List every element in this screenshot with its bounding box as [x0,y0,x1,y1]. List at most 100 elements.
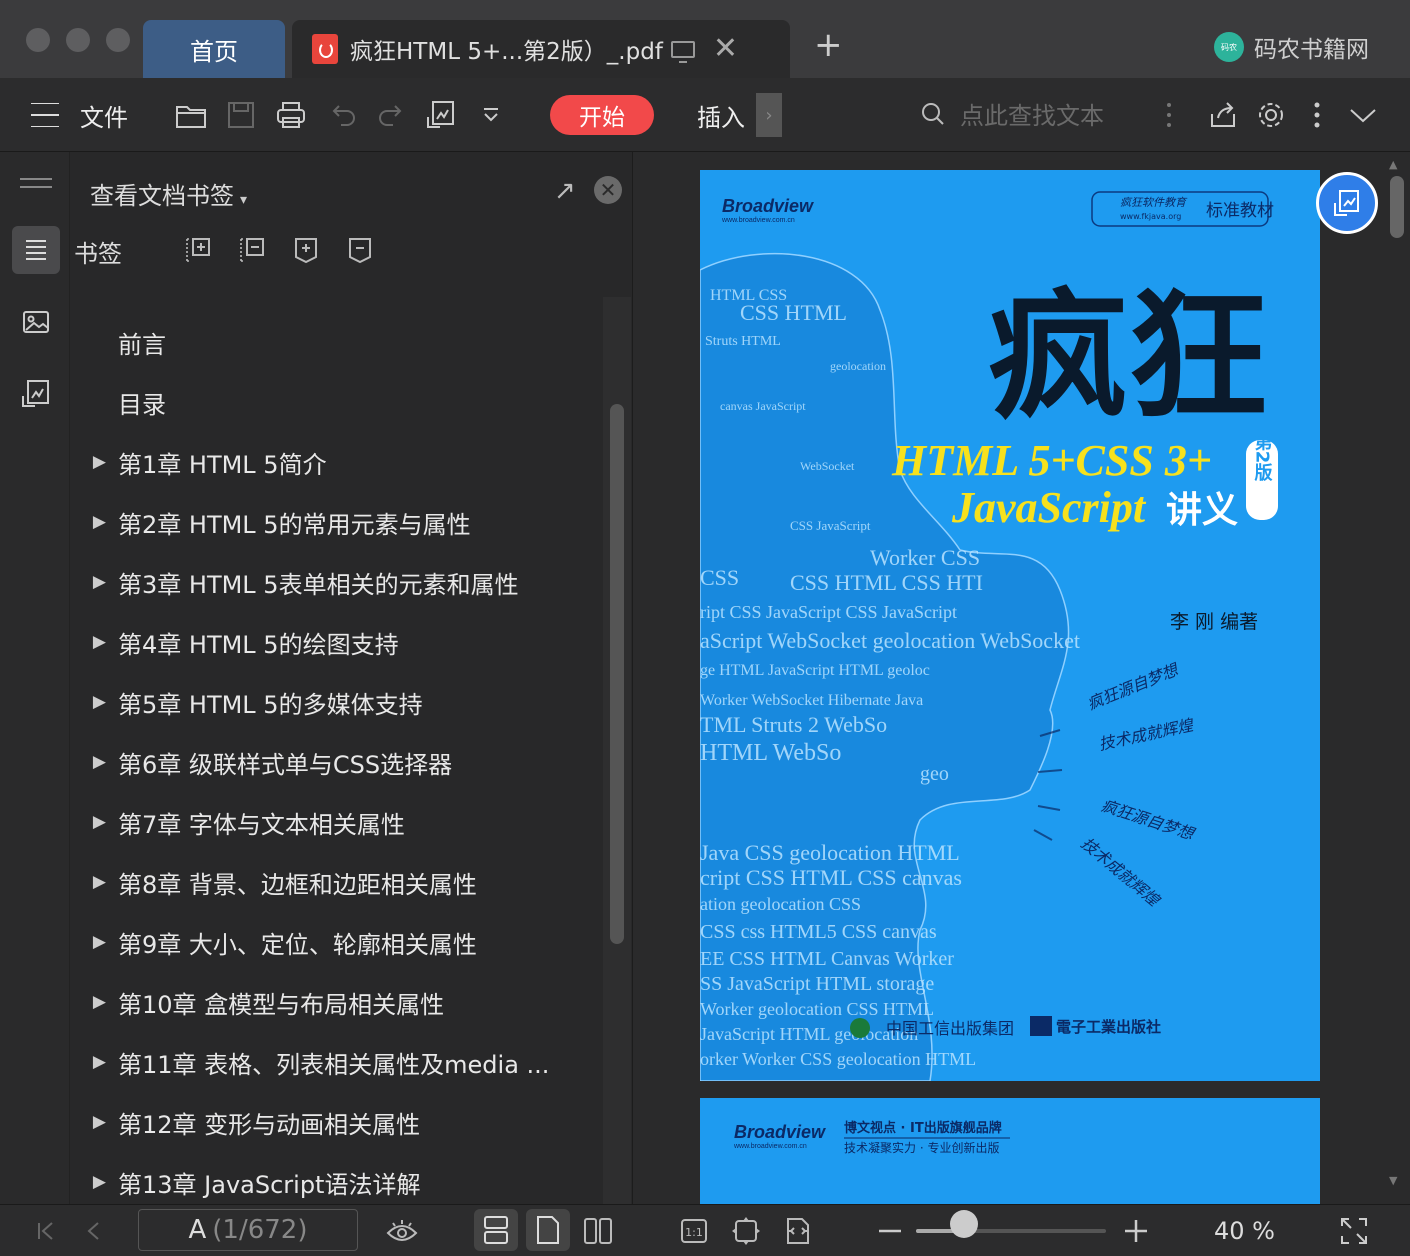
menu-icon[interactable] [28,98,62,132]
save-icon[interactable] [224,98,258,132]
scroll-down-arrow-icon[interactable]: ▼ [1389,1174,1397,1187]
bookmark-item[interactable]: ▶ 第3章 HTML 5表单相关的元素和属性 [70,552,610,612]
expand-arrow-icon[interactable]: ▶ [70,632,118,652]
print-icon[interactable] [274,98,308,132]
bookmark-item[interactable]: ▶ 第10章 盒模型与布局相关属性 [70,972,610,1032]
bookmark-view-selector[interactable]: 查看文档书签 ▾ [90,176,247,211]
bookmark-item[interactable]: ▶ 第9章 大小、定位、轮廓相关属性 [70,912,610,972]
panel-scrollbar-thumb[interactable] [610,404,624,944]
svg-text:TML Struts 2 WebSo: TML Struts 2 WebSo [700,712,887,737]
expand-arrow-icon[interactable]: ▶ [70,452,118,472]
expand-arrow-icon[interactable]: ▶ [70,872,118,892]
tab-home[interactable]: 首页 [143,20,285,78]
annotations-view-button[interactable] [12,370,60,418]
viewer-scrollbar-thumb[interactable] [1390,176,1404,238]
open-folder-icon[interactable] [174,98,208,132]
zoom-slider[interactable] [916,1229,1106,1233]
zoom-slider-knob[interactable] [949,1210,978,1238]
bookmark-item[interactable]: ▶ 第12章 变形与动画相关属性 [70,1092,610,1152]
insert-tab-button[interactable]: 插入 [697,98,745,133]
single-page-view-button[interactable] [526,1209,570,1251]
zoom-in-icon[interactable] [1118,1213,1154,1249]
collapse-toolbar-icon[interactable] [1346,98,1380,132]
pdf-page-1[interactable]: HTML CSS CSS HTML Struts HTML geolocatio… [700,170,1320,1081]
svg-text:EE CSS HTML Canvas Worker: EE CSS HTML Canvas Worker [700,948,954,970]
settings-gear-icon[interactable] [1254,98,1288,132]
bookmark-item[interactable]: ▶ 第13章 JavaScript语法详解 [70,1152,610,1212]
add-sub-bookmark-icon[interactable] [292,236,320,264]
svg-text:geolocation: geolocation [830,359,886,373]
expand-arrow-icon[interactable]: ▶ [70,692,118,712]
first-page-icon[interactable] [28,1213,64,1249]
more-options-icon[interactable] [1300,98,1334,132]
bookmark-item[interactable]: ▶ 第5章 HTML 5的多媒体支持 [70,672,610,732]
start-tab-button[interactable]: 开始 [550,95,654,135]
pdf-page-2[interactable]: Broadview www.broadview.com.cn 博文视点 · IT… [700,1098,1320,1204]
bookmark-item[interactable]: 前言 [70,312,610,372]
fit-page-icon[interactable] [728,1213,764,1249]
window-close-button[interactable] [26,28,50,52]
tab-document-label: 疯狂HTML 5+...第2版）_.pdf [350,39,663,65]
continuous-view-button[interactable] [474,1209,518,1251]
two-page-icon [584,1218,612,1244]
svg-text:CSS: CSS [700,565,739,590]
document-viewer[interactable]: HTML CSS CSS HTML Struts HTML geolocatio… [634,152,1410,1204]
bookmark-item[interactable]: ▶ 第11章 表格、列表相关属性及media ... [70,1032,610,1092]
zoom-level[interactable]: 40 % [1214,1217,1275,1245]
page-info: (1/672) [212,1215,308,1245]
fit-width-icon[interactable] [780,1213,816,1249]
add-bookmark-icon[interactable] [184,236,212,264]
page-number-input[interactable]: A (1/672) [138,1209,358,1251]
bookmark-item[interactable]: ▶ 第1章 HTML 5简介 [70,432,610,492]
window-minimize-button[interactable] [66,28,90,52]
expand-arrow-icon[interactable]: ▶ [70,512,118,532]
title-bar: 首页 疯狂HTML 5+...第2版）_.pdf ✕ + 码农 码农书籍网 [0,0,1410,78]
cover-subtitle-1: HTML 5+CSS 3+ [891,436,1212,485]
undo-icon[interactable] [326,98,360,132]
bookmark-item[interactable]: ▶ 第8章 背景、边框和边距相关属性 [70,852,610,912]
bookmark-item[interactable]: ▶ 第6章 级联样式单与CSS选择器 [70,732,610,792]
new-tab-button[interactable]: + [814,28,843,62]
bookmark-item[interactable]: ▶ 第2章 HTML 5的常用元素与属性 [70,492,610,552]
window-mode-icon[interactable] [670,40,695,63]
actual-size-icon[interactable]: 1:1 [676,1213,712,1249]
bookmark-item[interactable]: ▶ 第7章 字体与文本相关属性 [70,792,610,852]
bookmarks-view-button[interactable] [12,226,60,274]
scroll-up-arrow-icon[interactable]: ▲ [1389,158,1397,171]
remove-bookmark-icon[interactable] [238,236,266,264]
expand-arrow-icon[interactable]: ▶ [70,1172,118,1192]
file-menu[interactable]: 文件 [80,98,128,133]
redo-icon[interactable] [374,98,408,132]
tab-document[interactable]: 疯狂HTML 5+...第2版）_.pdf ✕ [292,20,790,78]
previous-page-icon[interactable] [76,1213,112,1249]
expand-arrow-icon[interactable]: ▶ [70,752,118,772]
pdf-file-icon [312,34,338,64]
expand-arrow-icon[interactable]: ▶ [70,1112,118,1132]
zoom-out-icon[interactable] [872,1213,908,1249]
tab-close-icon[interactable]: ✕ [713,34,738,64]
search-input[interactable]: 点此查找文本 [920,96,1104,131]
thumbnails-view-button[interactable] [12,298,60,346]
panel-close-icon[interactable]: ✕ [594,176,622,204]
fullscreen-icon[interactable] [1336,1213,1372,1249]
window-zoom-button[interactable] [106,28,130,52]
expand-arrow-icon[interactable]: ▶ [70,992,118,1012]
bookmark-item[interactable]: 目录 [70,372,610,432]
expand-arrow-icon[interactable]: ▶ [70,572,118,592]
two-page-view-button[interactable] [580,1213,616,1249]
brand[interactable]: 码农 码农书籍网 [1214,30,1369,64]
expand-arrow-icon[interactable]: ▶ [70,932,118,952]
convert-icon[interactable] [424,98,458,132]
expand-arrow-icon[interactable]: ▶ [70,1052,118,1072]
bookmark-item[interactable]: ▶ 第4章 HTML 5的绘图支持 [70,612,610,672]
more-tools-dropdown-icon[interactable] [474,98,508,132]
delete-bookmark-icon[interactable] [346,236,374,264]
share-icon[interactable] [1206,98,1240,132]
ribbon-more-button[interactable]: › [756,93,782,137]
floating-convert-button[interactable] [1316,172,1378,234]
popout-icon[interactable]: ↗ [554,176,576,206]
expand-arrow-icon[interactable]: ▶ [70,812,118,832]
single-page-icon [537,1216,559,1244]
eye-protection-icon[interactable] [384,1213,420,1249]
rail-handle [20,178,52,180]
